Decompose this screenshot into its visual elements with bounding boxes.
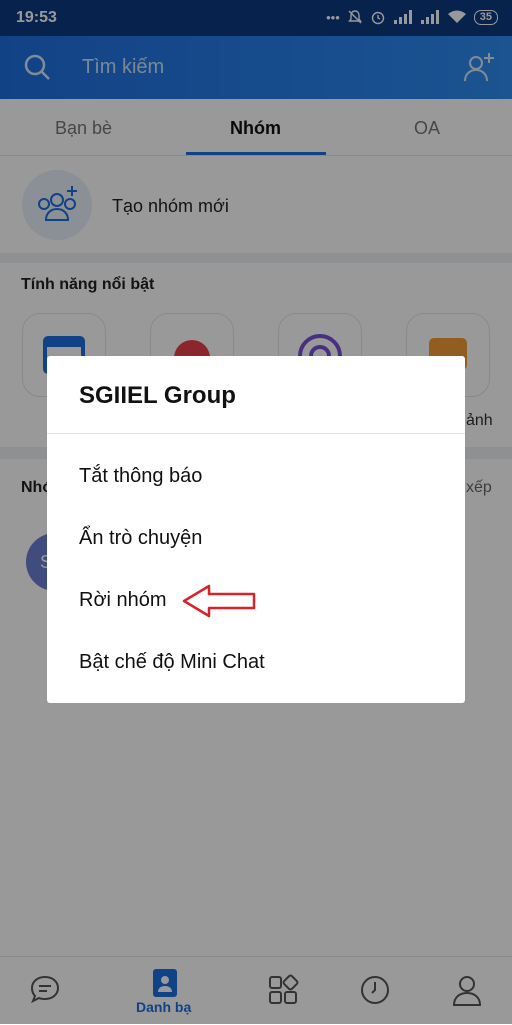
option-mute-notifications[interactable]: Tắt thông báo — [79, 465, 202, 488]
dialog-divider — [47, 433, 465, 434]
group-options-dialog: SGIIEL Group Tắt thông báo Ẩn trò chuyện… — [47, 356, 465, 703]
option-hide-chat[interactable]: Ẩn trò chuyện — [79, 527, 202, 550]
option-mini-chat[interactable]: Bật chế độ Mini Chat — [79, 651, 265, 674]
annotation-arrow-icon — [182, 584, 256, 618]
dialog-title: SGIIEL Group — [79, 382, 236, 409]
option-leave-group[interactable]: Rời nhóm — [79, 589, 167, 612]
